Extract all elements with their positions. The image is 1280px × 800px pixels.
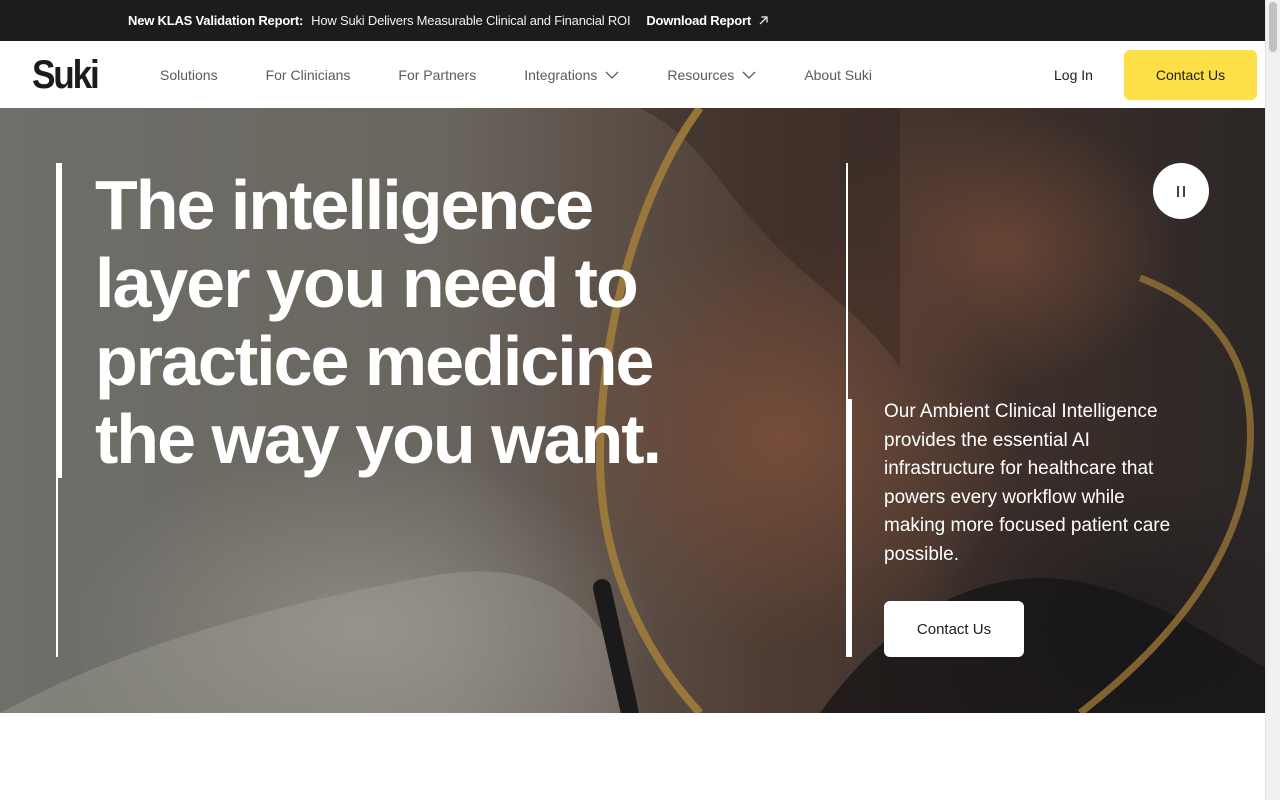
nav-label: Solutions <box>160 66 218 83</box>
login-link[interactable]: Log In <box>1054 67 1093 83</box>
scrollbar-thumb[interactable] <box>1269 2 1277 52</box>
announcement-message: How Suki Delivers Measurable Clinical an… <box>311 13 631 28</box>
pause-icon <box>1177 185 1179 197</box>
nav-label: Integrations <box>524 66 598 83</box>
site-header: Suki Solutions For Clinicians For Partne… <box>0 41 1265 108</box>
chevron-down-icon <box>742 71 756 79</box>
announcement-lead: New KLAS Validation Report: <box>128 13 304 28</box>
download-report-link[interactable]: Download Report <box>646 13 769 28</box>
hero-headline: The intelligence layer you need to pract… <box>95 166 715 478</box>
nav-label: For Clinicians <box>265 66 351 83</box>
nav-label: About Suki <box>804 66 873 83</box>
nav-label: Resources <box>667 66 735 83</box>
headline-line: layer you need to <box>95 244 639 322</box>
download-report-label: Download Report <box>646 13 751 28</box>
nav-item-resources[interactable]: Resources <box>667 67 756 83</box>
hero-divider-right-accent <box>846 399 852 657</box>
video-pause-button[interactable] <box>1153 163 1209 219</box>
main-nav: Solutions For Clinicians For Partners In… <box>160 41 920 108</box>
hero-divider-left-accent <box>56 163 62 478</box>
hero-section: The intelligence layer you need to pract… <box>0 108 1265 713</box>
nav-item-integrations[interactable]: Integrations <box>524 67 619 83</box>
contact-us-button[interactable]: Contact Us <box>1124 50 1257 100</box>
nav-item-about-suki[interactable]: About Suki <box>804 67 872 83</box>
nav-item-for-partners[interactable]: For Partners <box>398 67 476 83</box>
nav-item-for-clinicians[interactable]: For Clinicians <box>266 67 351 83</box>
hero-subtext: Our Ambient Clinical Intelligence provid… <box>884 401 1171 565</box>
pause-icon-bar <box>1183 185 1185 197</box>
headline-line: practice medicine <box>95 322 654 400</box>
headline-line: The intelligence <box>95 166 594 244</box>
announcement-bar: New KLAS Validation Report: How Suki Del… <box>0 0 1265 41</box>
nav-item-solutions[interactable]: Solutions <box>160 67 218 83</box>
nav-label: For Partners <box>398 66 477 83</box>
chevron-down-icon <box>605 71 619 79</box>
suki-logo[interactable]: Suki <box>32 55 100 95</box>
arrow-up-right-icon <box>759 16 768 25</box>
hero-contact-us-button[interactable]: Contact Us <box>884 601 1024 657</box>
page-scrollbar[interactable] <box>1265 0 1280 800</box>
headline-line: the way you want. <box>95 400 662 478</box>
